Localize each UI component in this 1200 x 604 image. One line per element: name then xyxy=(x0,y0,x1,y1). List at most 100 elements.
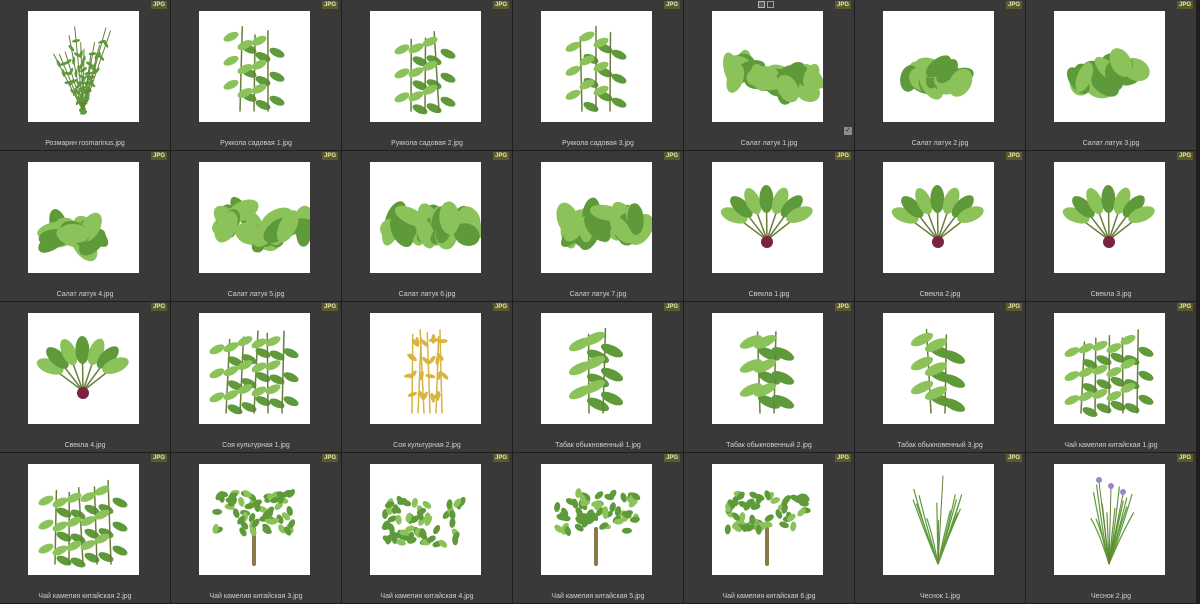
file-type-badge: JPG xyxy=(150,1,167,9)
thumbnail-filename: Руккола садовая 2.jpg xyxy=(391,140,463,147)
thumbnail-image[interactable] xyxy=(28,11,139,122)
thumbnail-image[interactable] xyxy=(199,464,310,575)
thumbnail-image[interactable] xyxy=(541,464,652,575)
file-type-badge: JPG xyxy=(492,303,509,311)
thumbnail-cell[interactable]: JPG Чеснок 1.jpg xyxy=(855,453,1025,603)
thumbnail-cell[interactable]: JPG Свекла 2.jpg xyxy=(855,151,1025,301)
thumbnail-image[interactable] xyxy=(199,313,310,424)
plant-preview xyxy=(380,201,481,250)
thumbnail-cell[interactable]: JPG Свекла 3.jpg xyxy=(1026,151,1196,301)
thumbnail-image[interactable] xyxy=(1054,162,1165,273)
thumbnail-cell[interactable]: JPG Чай камелия китайская 4.jpg xyxy=(342,453,512,603)
thumbnail-filename: Руккола садовая 1.jpg xyxy=(220,140,292,147)
thumbnail-image[interactable] xyxy=(541,313,652,424)
thumbnail-cell[interactable]: JPG Соя культурная 1.jpg xyxy=(171,302,341,452)
thumbnail-filename: Свекла 3.jpg xyxy=(1090,291,1132,298)
thumbnail-cell[interactable]: JPG Салат латук 4.jpg xyxy=(0,151,170,301)
thumbnail-cell[interactable]: JPG Салат латук 3.jpg xyxy=(1026,0,1196,150)
thumbnail-image[interactable] xyxy=(712,11,823,122)
thumbnail-cell[interactable]: JPG Соя культурная 2.jpg xyxy=(342,302,512,452)
thumbnail-cell[interactable]: JPG Чай камелия китайская 1.jpg xyxy=(1026,302,1196,452)
thumbnail-filename: Табак обыкновенный 1.jpg xyxy=(555,442,641,449)
file-type-badge: JPG xyxy=(834,454,851,462)
thumbnail-cell[interactable]: JPG Табак обыкновенный 3.jpg xyxy=(855,302,1025,452)
thumbnail-cell[interactable]: JPG Табак обыкновенный 1.jpg xyxy=(513,302,683,452)
file-type-badge: JPG xyxy=(492,454,509,462)
file-type-badge: JPG xyxy=(1005,152,1022,160)
thumbnail-filename: Чеснок 2.jpg xyxy=(1090,593,1131,600)
thumbnail-cell[interactable]: JPG Салат латук 5.jpg xyxy=(171,151,341,301)
file-type-badge: JPG xyxy=(492,152,509,160)
file-type-badge: JPG xyxy=(150,454,167,462)
thumbnail-filename: Руккола садовая 3.jpg xyxy=(562,140,634,147)
thumbnail-cell[interactable]: JPG Чай камелия китайская 3.jpg xyxy=(171,453,341,603)
thumbnail-cell[interactable]: JPG Чеснок 2.jpg xyxy=(1026,453,1196,603)
thumbnail-image[interactable] xyxy=(370,464,481,575)
thumbnail-cell[interactable]: JPG Салат латук 1.jpg ✓ xyxy=(684,0,854,150)
thumbnail-image[interactable] xyxy=(712,162,823,273)
thumbnail-image[interactable] xyxy=(28,464,139,575)
thumbnail-filename: Соя культурная 1.jpg xyxy=(222,442,290,449)
plant-preview xyxy=(37,209,109,262)
plant-preview xyxy=(1090,477,1135,565)
file-type-badge: JPG xyxy=(834,303,851,311)
thumbnail-cell[interactable]: JPG Чай камелия китайская 5.jpg xyxy=(513,453,683,603)
thumbnail-image[interactable] xyxy=(883,464,994,575)
plant-preview xyxy=(212,196,310,253)
thumbnail-cell[interactable]: JPG Руккола садовая 3.jpg xyxy=(513,0,683,150)
plant-preview xyxy=(724,490,811,566)
thumbnail-filename: Чеснок 1.jpg xyxy=(919,593,960,600)
thumbnail-cell[interactable]: JPG Чай камелия китайская 6.jpg xyxy=(684,453,854,603)
thumbnail-filename: Чай камелия китайская 3.jpg xyxy=(209,593,303,600)
thumbnail-image[interactable] xyxy=(28,313,139,424)
plant-preview xyxy=(1064,329,1154,417)
file-type-badge: JPG xyxy=(1176,303,1193,311)
thumbnail-image[interactable] xyxy=(883,11,994,122)
thumbnail-cell[interactable]: JPG Салат латук 6.jpg xyxy=(342,151,512,301)
thumbnail-filename: Салат латук 1.jpg xyxy=(740,140,798,147)
thumbnail-cell[interactable]: JPG Свекла 1.jpg xyxy=(684,151,854,301)
file-type-badge: JPG xyxy=(492,1,509,9)
thumbnail-image[interactable] xyxy=(883,162,994,273)
thumbnail-filename: Табак обыкновенный 2.jpg xyxy=(726,442,812,449)
thumbnail-cell[interactable]: JPG Салат латук 7.jpg xyxy=(513,151,683,301)
thumbnail-image[interactable] xyxy=(1054,11,1165,122)
thumbnail-image[interactable] xyxy=(883,313,994,424)
thumbnail-cell[interactable]: JPG Табак обыкновенный 2.jpg xyxy=(684,302,854,452)
thumbnail-cell[interactable]: JPG Руккола садовая 1.jpg xyxy=(171,0,341,150)
thumbnail-image[interactable] xyxy=(1054,464,1165,575)
thumbnail-image[interactable] xyxy=(370,313,481,424)
file-type-badge: JPG xyxy=(321,152,338,160)
thumbnail-cell[interactable]: JPG Розмарин rosmarinus.jpg xyxy=(0,0,170,150)
file-type-badge: JPG xyxy=(663,152,680,160)
thumbnail-image[interactable] xyxy=(199,11,310,122)
thumbnail-filename: Чай камелия китайская 2.jpg xyxy=(38,593,132,600)
checkbox-icon[interactable]: ✓ xyxy=(844,127,852,135)
thumbnail-image[interactable] xyxy=(541,11,652,122)
file-type-badge: JPG xyxy=(321,454,338,462)
thumbnail-cell[interactable]: JPG Руккола садовая 2.jpg xyxy=(342,0,512,150)
thumbnail-filename: Салат латук 5.jpg xyxy=(227,291,285,298)
square-icon[interactable] xyxy=(758,1,765,8)
thumbnail-cell[interactable]: JPG Чай камелия китайская 2.jpg xyxy=(0,453,170,603)
plant-preview xyxy=(900,55,974,100)
plant-preview xyxy=(910,328,966,414)
thumbnail-image[interactable] xyxy=(541,162,652,273)
plant-preview xyxy=(739,331,795,414)
thumbnail-image[interactable] xyxy=(370,11,481,122)
thumbnail-filename: Соя культурная 2.jpg xyxy=(393,442,461,449)
plant-preview xyxy=(554,488,641,566)
plant-preview xyxy=(53,26,111,115)
thumbnail-image[interactable] xyxy=(1054,313,1165,424)
thumbnail-image[interactable] xyxy=(712,464,823,575)
thumbnail-grid: JPG Розмарин rosmarinus.jpg JPG Руккола сад… xyxy=(0,0,1200,604)
thumbnail-cell[interactable]: JPG Салат латук 2.jpg xyxy=(855,0,1025,150)
pen-icon[interactable] xyxy=(767,1,774,8)
thumbnail-image[interactable] xyxy=(712,313,823,424)
thumbnail-filename: Чай камелия китайская 6.jpg xyxy=(722,593,816,600)
plant-preview xyxy=(223,26,285,112)
thumbnail-image[interactable] xyxy=(28,162,139,273)
thumbnail-image[interactable] xyxy=(370,162,481,273)
thumbnail-cell[interactable]: JPG Свекла 4.jpg xyxy=(0,302,170,452)
thumbnail-image[interactable] xyxy=(199,162,310,273)
